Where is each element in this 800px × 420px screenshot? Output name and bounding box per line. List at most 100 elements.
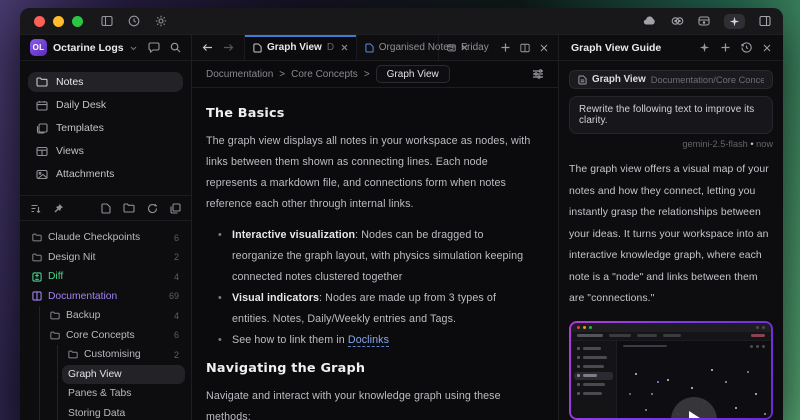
panel-left-icon[interactable]: [101, 15, 113, 27]
folder-icon: [32, 233, 42, 242]
sidebar-item-templates[interactable]: Templates: [28, 118, 183, 138]
breadcrumb-core-concepts[interactable]: Core Concepts: [291, 69, 358, 80]
workspace-logo[interactable]: OL: [30, 39, 47, 56]
close-window-button[interactable]: [34, 16, 45, 27]
archive-icon[interactable]: [698, 15, 710, 27]
view-options-icon[interactable]: [532, 69, 544, 79]
tree-item-diff[interactable]: Diff 4: [26, 267, 185, 287]
section-heading: The Basics: [206, 106, 536, 121]
file-icon: [365, 43, 374, 53]
theme-icon[interactable]: [155, 15, 167, 27]
zoom-window-button[interactable]: [72, 16, 83, 27]
breadcrumb: Documentation > Core Concepts > Graph Vi…: [192, 61, 558, 88]
bullet-item: Visual indicators: Nodes are made up fro…: [216, 288, 536, 330]
tree-item-label: Diff: [48, 271, 63, 282]
tree-item-count: 4: [174, 311, 179, 321]
tree-item-claude-checkpoints[interactable]: Claude Checkpoints 6: [26, 228, 185, 248]
calendar-icon: [36, 100, 48, 111]
comments-icon[interactable]: [148, 42, 160, 53]
bullet-item: Interactive visualization: Nodes can be …: [216, 225, 536, 288]
new-folder-icon[interactable]: [123, 203, 135, 213]
ai-sparkle-icon[interactable]: [699, 42, 710, 53]
tab-friday[interactable]: Friday, D: [439, 35, 489, 60]
graph-nodes: [617, 341, 619, 343]
tree-item-storing-data[interactable]: Storing Data: [62, 404, 185, 420]
tree-item-core-concepts[interactable]: Core Concepts 6: [44, 326, 185, 346]
diff-icon: [32, 272, 42, 282]
tab-bar: Graph View Documentation Organised Notes…: [192, 35, 558, 61]
tree-item-design-nit[interactable]: Design Nit 2: [26, 248, 185, 268]
video-thumbnail: [571, 323, 771, 419]
views-icon: [36, 146, 48, 157]
timestamp: now: [756, 139, 773, 149]
sync-icon[interactable]: [147, 203, 158, 214]
note-title-input[interactable]: Graph View: [376, 65, 450, 83]
model-meta: gemini-2.5-flash • now: [569, 139, 773, 149]
tab-title: Friday, D: [461, 42, 489, 53]
new-chat-icon[interactable]: [721, 43, 730, 52]
tree-item-backup[interactable]: Backup 4: [44, 306, 185, 326]
note-content[interactable]: The Basics The graph view displays all n…: [192, 88, 558, 420]
play-button[interactable]: [671, 397, 717, 419]
tree-item-graph-view[interactable]: Graph View: [62, 365, 185, 385]
breadcrumb-documentation[interactable]: Documentation: [206, 69, 273, 80]
tree-item-label: Documentation: [48, 291, 117, 302]
bullet-item: See how to link them in Doclinks: [216, 330, 536, 351]
book-icon: [32, 291, 42, 301]
image-icon: [36, 169, 48, 180]
tree-item-label: Claude Checkpoints: [48, 232, 140, 243]
search-icon[interactable]: [170, 42, 181, 53]
workspace-name[interactable]: Octarine Logs: [53, 42, 124, 54]
minimize-window-button[interactable]: [53, 16, 64, 27]
sparkles-icon[interactable]: [724, 14, 745, 29]
tree-item-customising[interactable]: Customising 2: [62, 345, 185, 365]
video-preview[interactable]: [569, 321, 773, 420]
forward-icon[interactable]: [223, 43, 234, 52]
collapse-all-icon[interactable]: [170, 203, 181, 214]
tab-close-icon[interactable]: [341, 44, 348, 51]
versions-icon[interactable]: [671, 15, 684, 27]
context-chip[interactable]: Graph View Documentation/Core Concepts: [569, 70, 773, 89]
panel-right-icon[interactable]: [759, 15, 771, 27]
sort-icon[interactable]: [30, 203, 41, 214]
sidebar-item-attachments[interactable]: Attachments: [28, 164, 183, 184]
sidebar-nav: Notes Daily Desk Templates Views Attachm…: [20, 61, 191, 195]
ai-panel: Graph View Guide Graph View Documentatio…: [558, 35, 783, 420]
tab-organised-notes[interactable]: Organised Notes: [357, 35, 439, 60]
chip-title: Graph View: [592, 74, 646, 85]
sidebar-item-daily-desk[interactable]: Daily Desk: [28, 95, 183, 115]
close-pane-icon[interactable]: [540, 44, 548, 52]
doclinks-link[interactable]: Doclinks: [348, 334, 389, 347]
tree-item-panes-tabs[interactable]: Panes & Tabs: [62, 384, 185, 404]
mini-titlebar: [571, 323, 771, 332]
folder-icon: [50, 331, 60, 340]
tab-graph-view[interactable]: Graph View Documentation: [244, 35, 357, 60]
templates-icon: [36, 123, 48, 134]
split-view-icon[interactable]: [520, 43, 530, 53]
tree-item-documentation[interactable]: Documentation 69: [26, 287, 185, 307]
bullet-list: Interactive visualization: Nodes can be …: [216, 225, 536, 351]
mini-sidebar: [571, 341, 617, 419]
ai-response-text: The graph view offers a visual map of yo…: [569, 159, 773, 310]
pin-icon[interactable]: [53, 203, 64, 214]
chevron-down-icon[interactable]: [130, 46, 137, 51]
close-panel-icon[interactable]: [763, 44, 771, 52]
cloud-sync-icon[interactable]: [643, 15, 657, 27]
sidebar-item-views[interactable]: Views: [28, 141, 183, 161]
prompt-bubble: Rewrite the following text to improve it…: [569, 96, 773, 134]
sidebar-item-notes[interactable]: Notes: [28, 72, 183, 92]
new-tab-icon[interactable]: [501, 43, 510, 52]
clock-icon[interactable]: [128, 15, 140, 27]
new-note-icon[interactable]: [101, 203, 111, 214]
sidebar: OL Octarine Logs Notes Daily Desk: [20, 35, 192, 420]
history-icon[interactable]: [741, 42, 752, 53]
back-icon[interactable]: [202, 43, 213, 52]
tree-item-count: 69: [169, 291, 179, 301]
file-icon: [253, 43, 262, 53]
tree-item-label: Customising: [84, 349, 141, 360]
editor-pane: Graph View Documentation Organised Notes…: [192, 35, 558, 420]
tree-item-count: 6: [174, 233, 179, 243]
sidebar-item-label: Notes: [56, 76, 83, 88]
breadcrumb-separator: >: [279, 69, 285, 80]
mini-graph-area: [617, 341, 771, 419]
